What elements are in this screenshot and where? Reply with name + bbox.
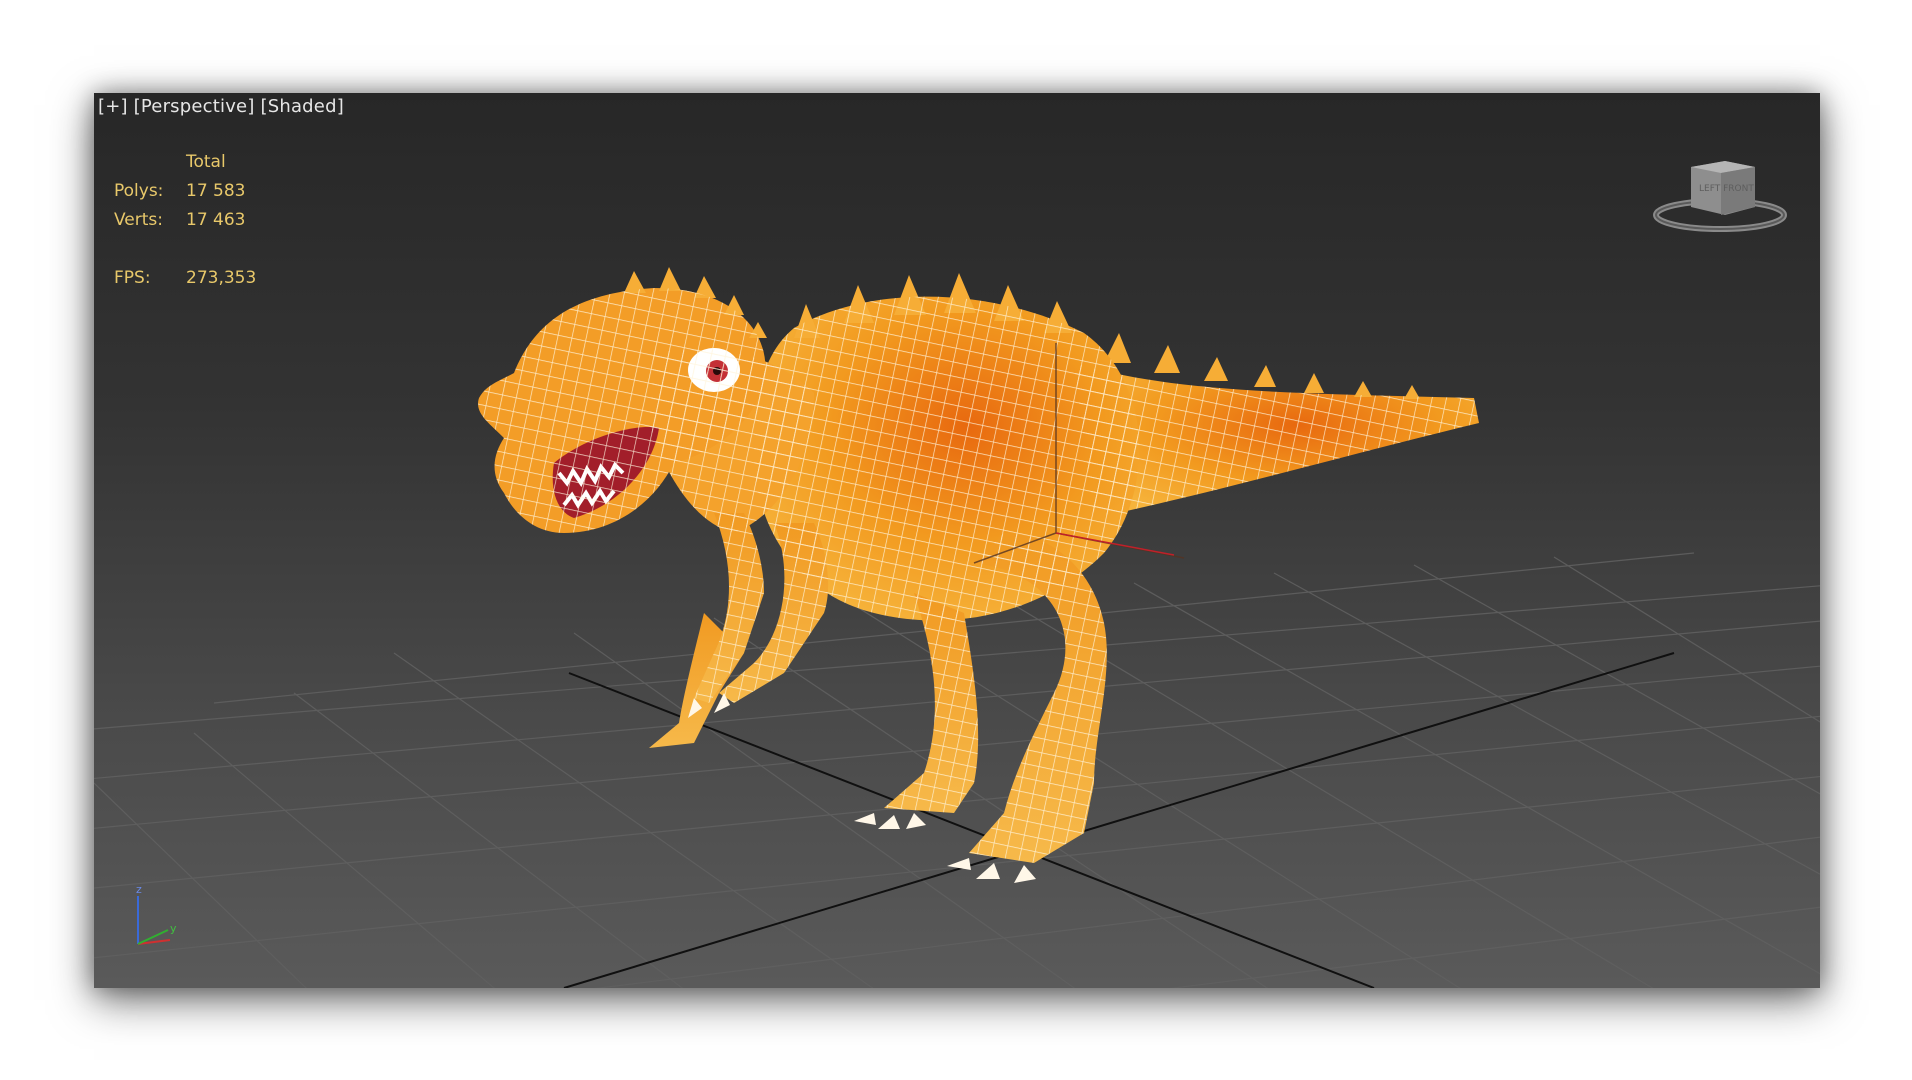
- ground-grid-main-axes: [563, 652, 1675, 988]
- axis-z-label: z: [136, 883, 142, 896]
- scene-canvas[interactable]: [94, 93, 1820, 988]
- viewport-label: [+] [Perspective] [Shaded]: [98, 96, 344, 117]
- axis-tripod-icon: z y: [136, 883, 177, 945]
- perspective-viewport[interactable]: [+] [Perspective] [Shaded] Total Polys: 1…: [94, 93, 1820, 988]
- viewcube-icon[interactable]: LEFT FRONT: [1653, 155, 1788, 235]
- verts-value: 17 463: [186, 210, 246, 230]
- statistics-overlay: Total Polys: 17 583 Verts: 17 463 FPS: 273,…: [114, 148, 256, 293]
- fps-value: 273,353: [186, 268, 257, 288]
- polys-label: Polys:: [114, 181, 164, 201]
- viewport-frame: [+] [Perspective] [Shaded] Total Polys: 1…: [94, 93, 1820, 988]
- verts-label: Verts:: [114, 210, 164, 230]
- fps-label: FPS:: [114, 268, 151, 288]
- viewport-view-menu[interactable]: [Perspective]: [134, 96, 255, 117]
- polys-value: 17 583: [186, 181, 246, 201]
- viewport-shading-menu[interactable]: [Shaded]: [260, 96, 343, 117]
- dinosaur-model: [478, 267, 1479, 883]
- axis-y-label: y: [170, 922, 177, 935]
- viewport-plus-menu[interactable]: [+]: [98, 96, 128, 117]
- stats-header: Total: [186, 152, 226, 172]
- viewcube-face-text: LEFT FRONT: [1699, 184, 1754, 194]
